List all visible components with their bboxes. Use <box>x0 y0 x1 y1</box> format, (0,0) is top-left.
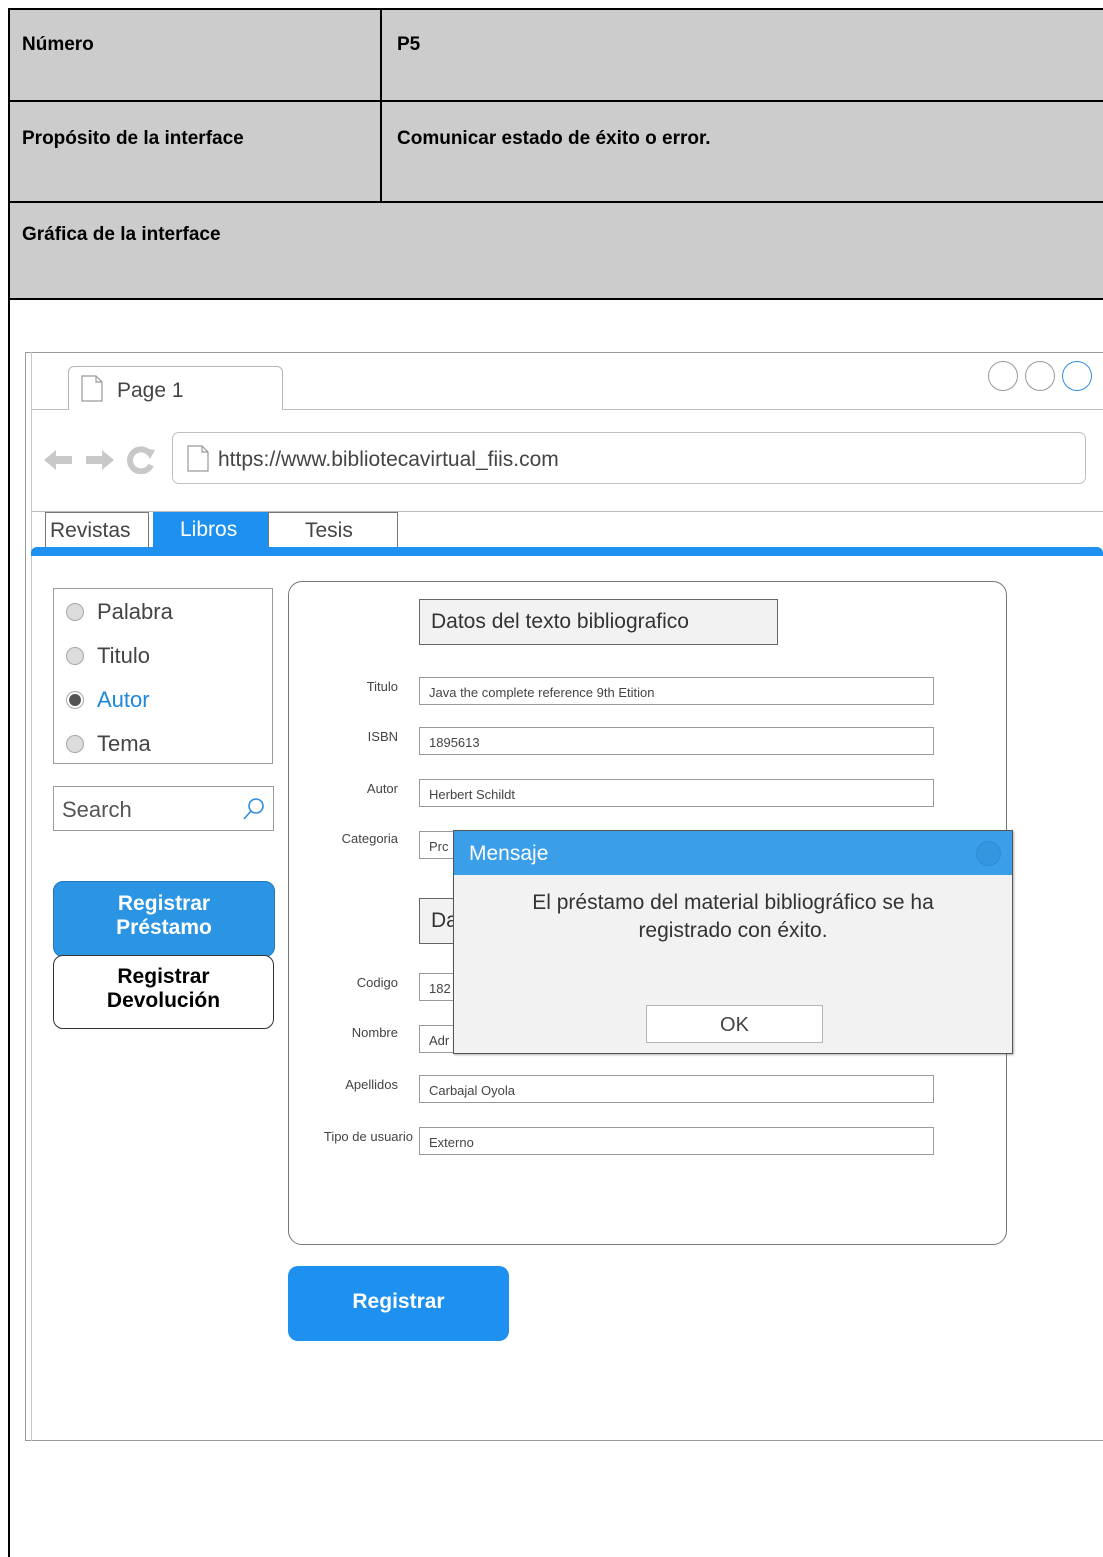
reload-icon[interactable] <box>126 446 156 474</box>
registrar-button[interactable]: Registrar <box>288 1266 509 1341</box>
proposito-label: Propósito de la interface <box>22 128 244 149</box>
search-icon[interactable] <box>242 796 266 822</box>
message-dialog: Mensaje El préstamo del material bibliog… <box>453 830 1013 1054</box>
browser-tab[interactable]: Page 1 <box>68 366 283 410</box>
search-input[interactable]: Search <box>53 786 274 831</box>
window-circle-2[interactable] <box>1025 361 1055 391</box>
registrar-prestamo-line2: Préstamo <box>116 916 212 939</box>
grafica-label: Gráfica de la interface <box>22 224 221 245</box>
window-circle-1[interactable] <box>988 361 1018 391</box>
registrar-prestamo-line1: Registrar <box>117 892 211 915</box>
field-label-titulo: Titulo <box>366 679 398 694</box>
field-label-tipo-usuario: Tipo de usuario <box>323 1129 413 1144</box>
dialog-title: Mensaje <box>469 842 549 865</box>
tab-libros-label: Libros <box>180 518 238 541</box>
section-datos-texto-title: Datos del texto bibliografico <box>419 599 778 645</box>
titulo-field[interactable]: Java the complete reference 9th Etition <box>419 677 934 705</box>
tab-tesis-label: Tesis <box>305 519 353 542</box>
radio-palabra-label: Palabra <box>97 599 173 624</box>
dialog-message-line2: registrado con éxito. <box>638 919 828 942</box>
dialog-message-line1: El préstamo del material bibliográfico s… <box>532 891 934 914</box>
numero-label: Número <box>22 34 94 55</box>
section-datos-texto-label: Datos del texto bibliografico <box>431 610 689 633</box>
autor-field[interactable]: Herbert Schildt <box>419 779 934 807</box>
field-label-apellidos: Apellidos <box>345 1077 398 1092</box>
tipo-usuario-field[interactable]: Externo <box>419 1127 934 1155</box>
field-label-codigo: Codigo <box>356 975 398 990</box>
tab-tesis[interactable]: Tesis <box>268 512 398 548</box>
row2-value-cell <box>382 102 1103 201</box>
registrar-prestamo-button[interactable]: Registrar Préstamo <box>53 881 275 957</box>
row3-cell <box>9 203 1103 298</box>
registrar-devolucion-line2: Devolución <box>106 989 221 1012</box>
field-label-autor: Autor <box>366 781 398 796</box>
tab-revistas-label: Revistas <box>50 519 131 542</box>
radio-palabra[interactable] <box>66 603 84 621</box>
dialog-close-circle-icon[interactable] <box>976 841 1001 866</box>
registrar-devolucion-line1: Registrar <box>117 965 210 988</box>
dialog-message: El préstamo del material bibliográfico s… <box>454 889 1012 945</box>
field-label-isbn: ISBN <box>367 729 398 744</box>
radio-titulo[interactable] <box>66 647 84 665</box>
page-icon <box>81 375 103 402</box>
window-circle-3[interactable] <box>1062 361 1092 391</box>
numero-value: P5 <box>397 34 421 55</box>
row2-label-cell <box>9 102 381 201</box>
tab-libros[interactable]: Libros <box>153 512 268 548</box>
dialog-header: Mensaje <box>454 831 1012 875</box>
isbn-field[interactable]: 1895613 <box>419 727 934 755</box>
address-bar[interactable]: https://www.bibliotecavirtual_fiis.com <box>172 432 1086 484</box>
back-arrow-icon[interactable] <box>44 448 74 472</box>
dialog-ok-label: OK <box>720 1014 749 1036</box>
field-label-nombre: Nombre <box>351 1025 398 1040</box>
radio-autor[interactable] <box>66 691 84 709</box>
page-icon <box>187 445 209 472</box>
search-type-radio-group: Palabra Titulo Autor Tema <box>53 588 273 764</box>
radio-tema-label: Tema <box>97 731 151 756</box>
radio-tema[interactable] <box>66 735 84 753</box>
row1-value-cell <box>382 10 1103 101</box>
registrar-button-label: Registrar <box>352 1290 445 1313</box>
radio-titulo-label: Titulo <box>97 643 150 668</box>
registrar-devolucion-button[interactable]: Registrar Devolución <box>53 955 274 1029</box>
radio-autor-label: Autor <box>97 687 150 712</box>
dialog-ok-button[interactable]: OK <box>646 1005 823 1043</box>
search-placeholder: Search <box>62 797 132 822</box>
url-text: https://www.bibliotecavirtual_fiis.com <box>218 448 559 471</box>
proposito-value: Comunicar estado de éxito o error. <box>397 128 711 149</box>
tab-label: Page 1 <box>117 379 184 402</box>
field-label-categoria: Categoria <box>341 831 398 846</box>
apellidos-field[interactable]: Carbajal Oyola <box>419 1075 934 1103</box>
tab-content-bar <box>31 547 1103 556</box>
tab-revistas[interactable]: Revistas <box>45 512 149 548</box>
forward-arrow-icon[interactable] <box>84 448 114 472</box>
